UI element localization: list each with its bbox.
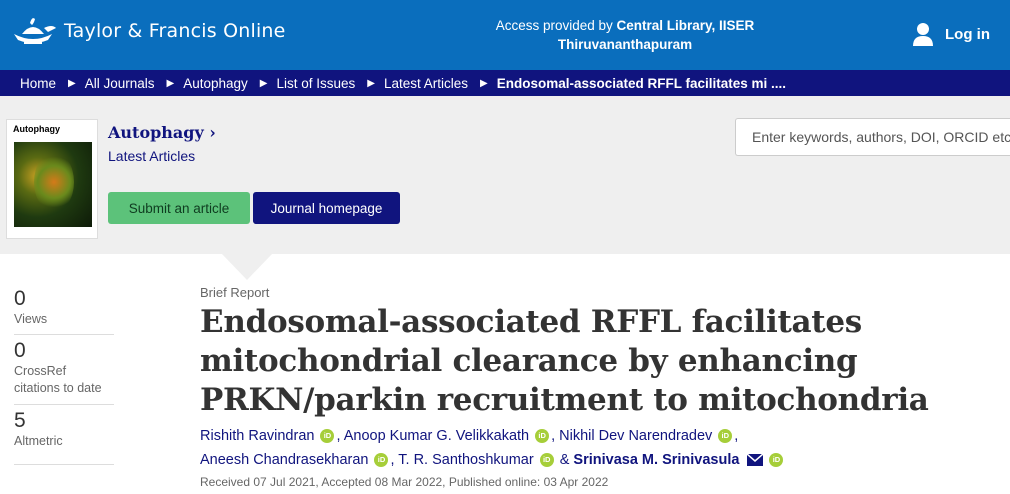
metric-altmetric[interactable]: 5 Altmetric <box>14 409 114 465</box>
orcid-icon[interactable]: iD <box>374 453 389 468</box>
site-logo[interactable]: Taylor & Francis Online <box>8 14 286 48</box>
journal-homepage-button[interactable]: Journal homepage <box>253 192 400 224</box>
breadcrumb-home[interactable]: Home <box>20 76 56 91</box>
envelope-icon[interactable] <box>747 454 764 467</box>
author-link[interactable]: T. R. Santhoshkumar <box>398 452 533 468</box>
access-org-line1: Central Library, IISER <box>616 18 755 33</box>
metric-value: 5 <box>14 409 26 432</box>
journal-cover-image[interactable]: Autophagy <box>6 119 98 239</box>
journal-banner: Autophagy Autophagy › Latest Articles Su… <box>0 96 1010 254</box>
breadcrumb-current-article: Endosomal-associated RFFL facilitates mi… <box>496 75 787 91</box>
journal-name-link[interactable]: Autophagy › <box>108 123 216 142</box>
chevron-right-icon: › <box>209 123 216 142</box>
breadcrumb-all-journals[interactable]: All Journals <box>85 76 155 91</box>
access-prefix: Access provided by <box>495 18 617 33</box>
orcid-icon[interactable]: iD <box>535 429 550 444</box>
metric-label: CrossRef citations to date <box>14 364 102 395</box>
access-org-line2: Thiruvananthapuram <box>557 37 693 52</box>
banner-notch <box>222 254 272 280</box>
logo-text: Taylor & Francis Online <box>64 20 286 42</box>
breadcrumb-separator-icon: ▶ <box>68 77 76 89</box>
orcid-icon[interactable]: iD <box>320 429 335 444</box>
author-link[interactable]: Nikhil Dev Narendradev <box>559 428 712 444</box>
publication-dates: Received 07 Jul 2021, Accepted 08 Mar 20… <box>200 475 609 489</box>
cover-artwork <box>14 142 92 227</box>
journal-subtitle: Latest Articles <box>108 148 196 164</box>
orcid-icon[interactable]: iD <box>539 453 554 468</box>
site-header: Taylor & Francis Online Access provided … <box>0 0 1010 70</box>
metric-value: 0 <box>14 287 26 310</box>
breadcrumb-autophagy[interactable]: Autophagy <box>183 76 248 91</box>
breadcrumb-separator-icon: ▶ <box>480 77 488 89</box>
breadcrumb-separator-icon: ▶ <box>367 77 375 89</box>
lamp-logo-icon <box>14 18 56 44</box>
breadcrumb-list-of-issues[interactable]: List of Issues <box>276 76 355 91</box>
author-link[interactable]: Aneesh Chandrasekharan <box>200 452 368 468</box>
author-link[interactable]: Rishith Ravindran <box>200 428 314 444</box>
breadcrumb-separator-icon: ▶ <box>259 77 268 89</box>
author-link[interactable]: Anoop Kumar G. Velikkakath <box>344 428 529 444</box>
metric-views[interactable]: 0 Views <box>14 287 114 335</box>
author-conjunction: & <box>559 452 570 468</box>
metric-crossref[interactable]: 0 CrossRef citations to date <box>14 339 114 405</box>
metric-value: 0 <box>14 339 26 362</box>
login-label: Log in <box>945 25 990 43</box>
orcid-icon[interactable]: iD <box>769 453 784 468</box>
metric-label: Views <box>14 312 48 326</box>
user-icon <box>913 23 933 46</box>
search-input[interactable] <box>735 118 1010 156</box>
breadcrumb-separator-icon: ▶ <box>166 77 175 89</box>
article-title: Endosomal-associated RFFL facilitates mi… <box>200 304 929 418</box>
corresponding-author-link[interactable]: Srinivasa M. Srinivasula <box>573 452 739 468</box>
cover-title: Autophagy <box>13 124 60 134</box>
orcid-icon[interactable]: iD <box>718 429 733 444</box>
submit-article-button[interactable]: Submit an article <box>108 192 250 224</box>
breadcrumb-latest-articles[interactable]: Latest Articles <box>384 76 468 91</box>
login-button[interactable]: Log in <box>913 22 990 46</box>
article-type: Brief Report <box>200 285 270 300</box>
journal-name: Autophagy <box>108 123 204 142</box>
metric-label: Altmetric <box>14 434 63 448</box>
author-list: Rishith Ravindran iD, Anoop Kumar G. Veli… <box>200 424 1000 472</box>
breadcrumb: Home ▶ All Journals ▶ Autophagy ▶ List o… <box>0 70 1010 96</box>
access-notice: Access provided by Central Library, IISE… <box>470 16 780 54</box>
